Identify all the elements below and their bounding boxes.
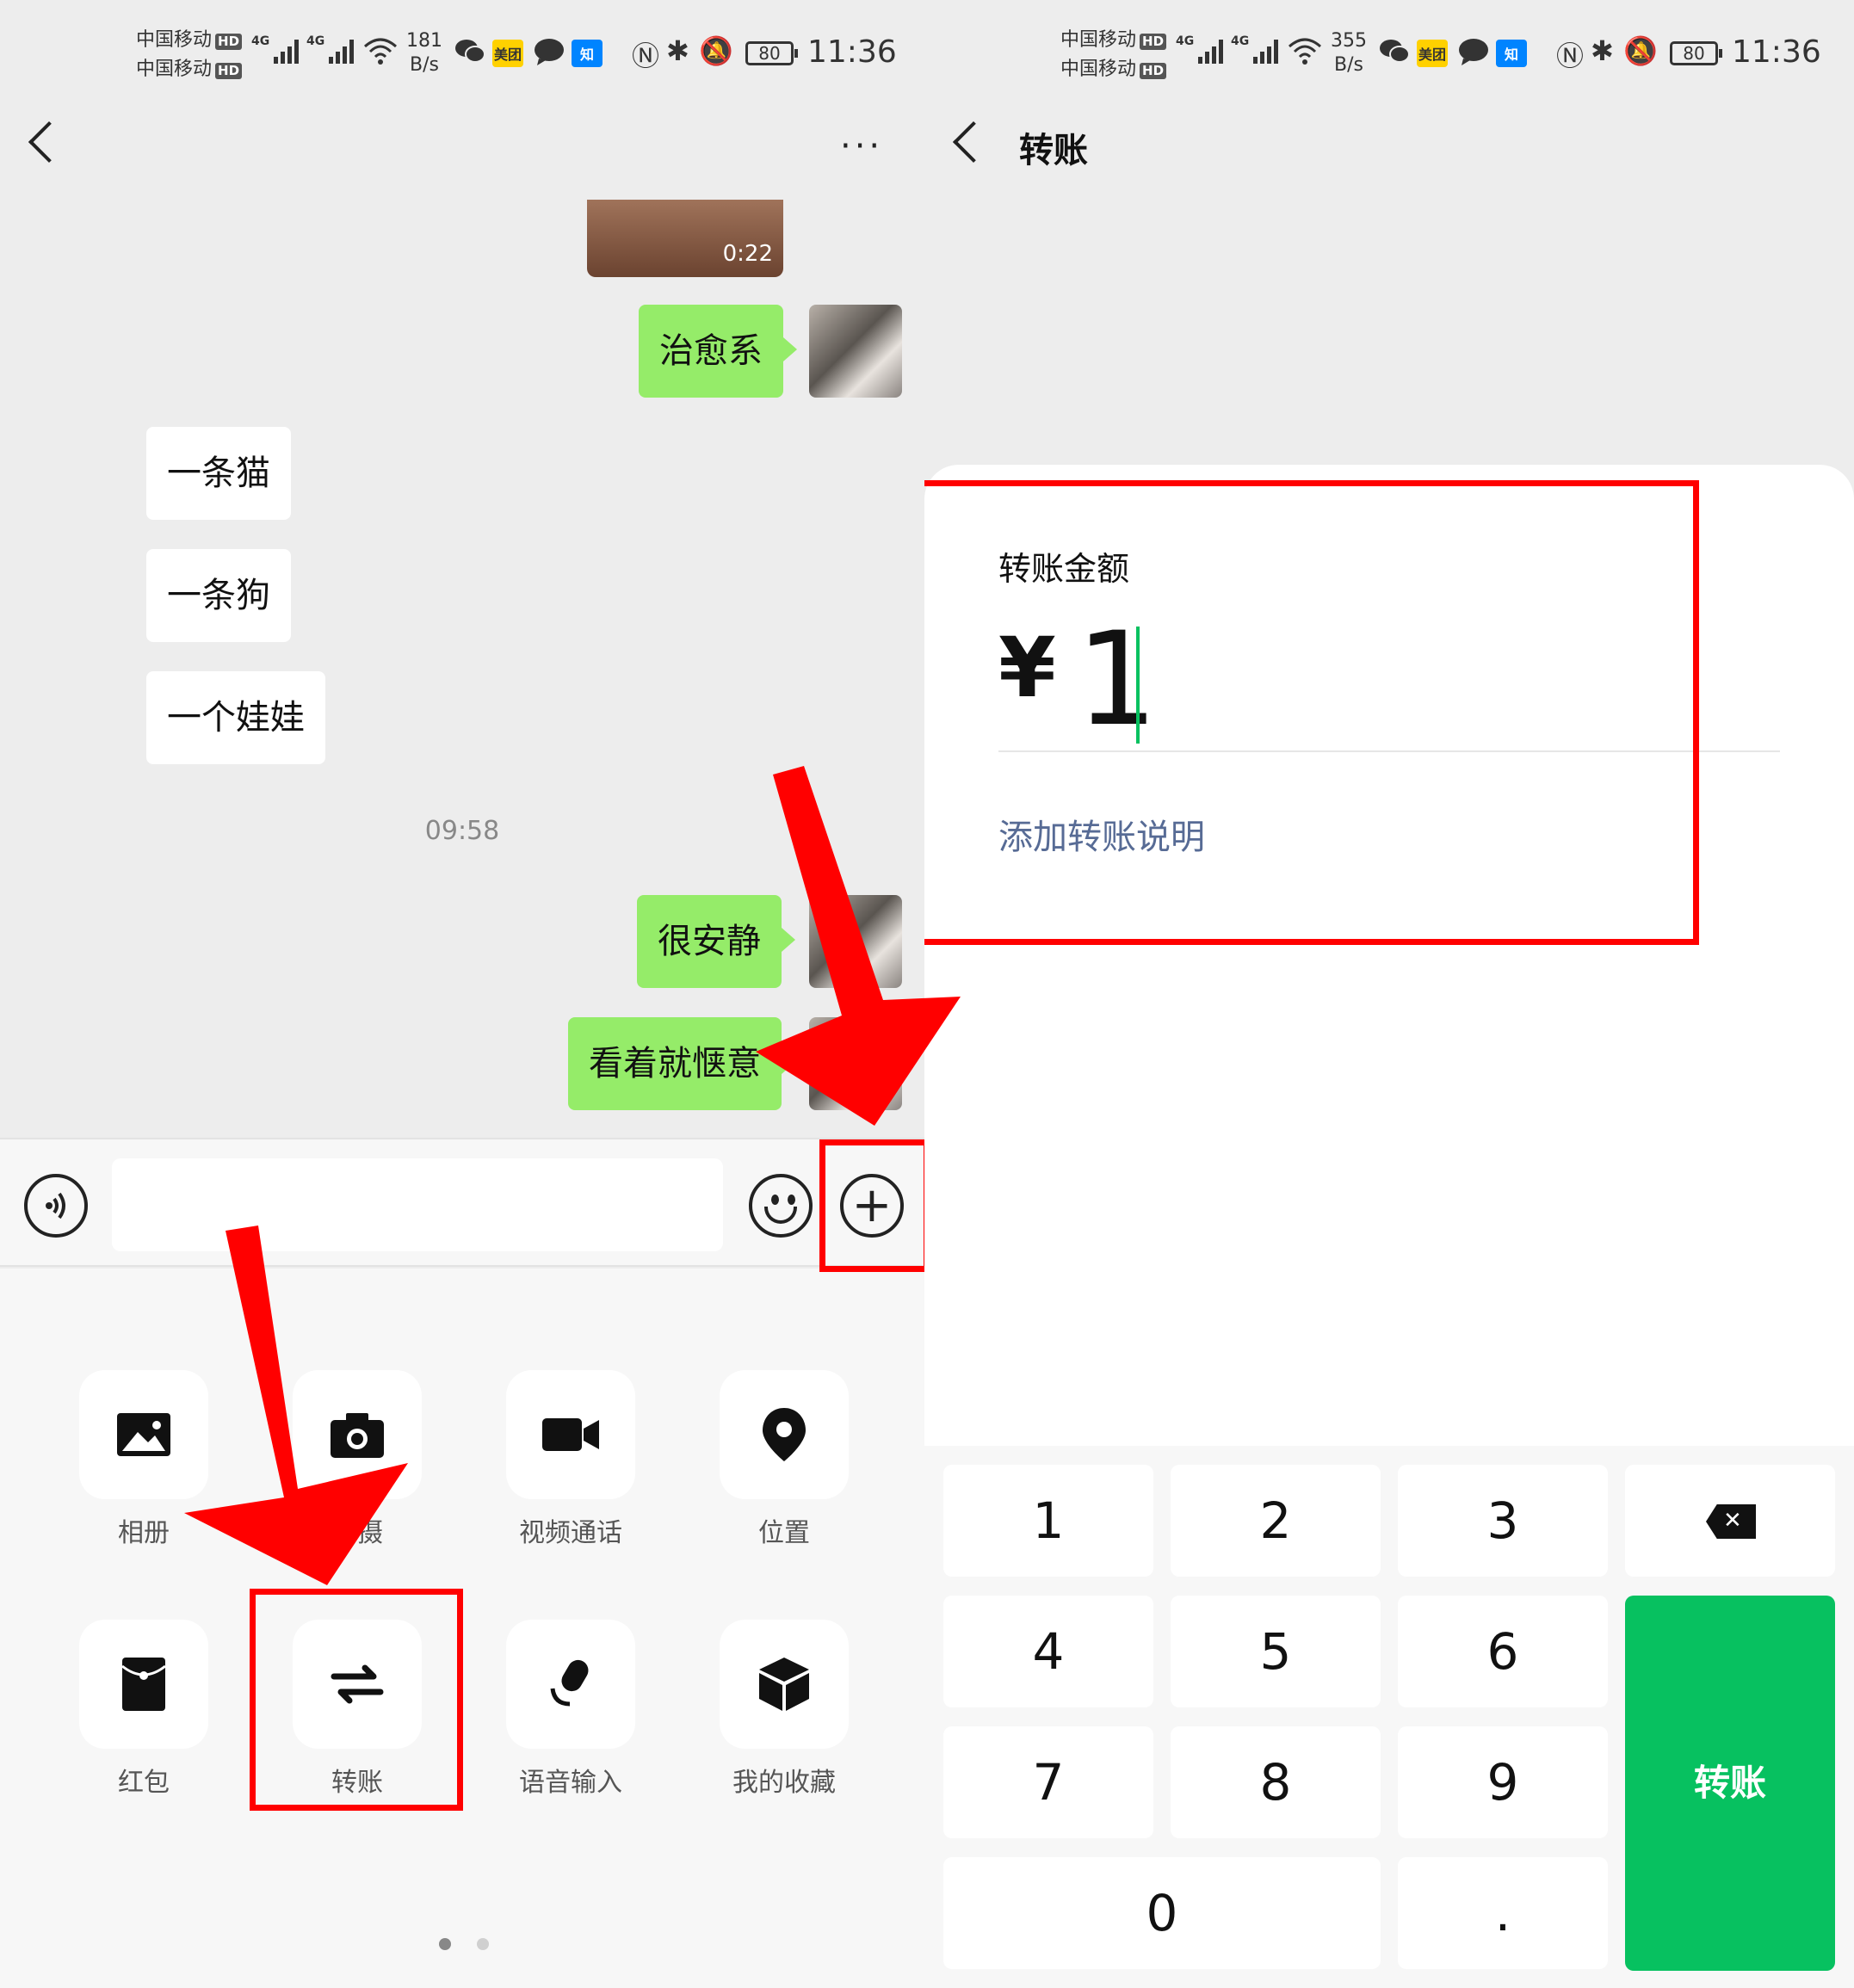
location-label: 位置 [758,1518,810,1548]
camera-icon [331,1413,384,1458]
camera-label: 拍摄 [331,1518,383,1548]
signal-icon: 4G [1231,34,1279,64]
meituan-icon: 美团 [1417,40,1448,67]
message-bubble[interactable]: 看着就惬意 [568,1017,795,1110]
battery-icon: 80 [1670,41,1722,65]
video-call-icon [542,1418,599,1451]
net-speed: 355 B/s [1331,30,1367,76]
video-message[interactable]: 0:22 [587,200,783,277]
clock: 11:36 [1732,34,1821,70]
red-packet-tile[interactable] [79,1620,208,1749]
backspace-icon [1706,1504,1756,1539]
favorites-label: 我的收藏 [732,1768,836,1798]
wechat-icon [1379,38,1410,71]
red-packet-label: 红包 [118,1768,170,1798]
transfer-confirm-button[interactable]: 转账 [1625,1596,1835,1971]
page-indicator-active[interactable] [439,1938,451,1950]
message-icon [1458,38,1489,72]
favorites-icon [759,1658,809,1711]
transfer-screen: 中国移动 HD 中国移动 HD 4G 4G 355 B/s 美团 知 Ⓝ ✱ 🔕 80… [924,0,1854,1988]
highlight-transfer-tile [250,1589,463,1811]
chat-timestamp: 09:58 [424,816,500,846]
net-speed: 181 B/s [406,30,442,76]
bluetooth-icon: ✱ [1591,34,1614,67]
mute-icon: 🔕 [699,34,733,67]
avatar[interactable] [809,1017,902,1110]
meituan-icon: 美团 [492,40,523,67]
key-1[interactable]: 1 [943,1465,1153,1577]
video-call-label: 视频通话 [519,1518,622,1548]
message-bubble[interactable]: 治愈系 [639,305,797,398]
album-label: 相册 [118,1518,170,1548]
status-bar: 中国移动 HD 中国移动 HD 4G 4G 355 B/s 美团 知 Ⓝ ✱ 🔕 80… [924,0,1854,103]
key-3[interactable]: 3 [1398,1465,1608,1577]
clock: 11:36 [807,34,897,70]
voice-input-button[interactable] [24,1174,88,1238]
avatar[interactable] [809,895,902,988]
highlight-plus-button [819,1139,924,1272]
message-bubble[interactable]: 很安静 [637,895,795,988]
voice-input-label: 语音输入 [519,1768,622,1798]
microphone-icon [550,1659,589,1707]
key-7[interactable]: 7 [943,1726,1153,1838]
back-chevron-icon[interactable] [952,120,995,164]
more-options-button[interactable]: ··· [840,129,883,164]
signal-icon: 4G [306,34,355,64]
carrier-name: 中国移动 [136,29,213,51]
backspace-key[interactable] [1625,1465,1835,1577]
hd-badge: HD [215,34,243,50]
avatar[interactable] [809,305,902,398]
bluetooth-icon: ✱ [666,34,689,67]
hd-badge: HD [215,63,243,79]
key-9[interactable]: 9 [1398,1726,1608,1838]
key-2[interactable]: 2 [1171,1465,1381,1577]
zhihu-icon: 知 [1496,40,1527,67]
key-8[interactable]: 8 [1171,1726,1381,1838]
wechat-icon [454,38,485,71]
chat-screen: 中国移动 HD 中国移动 HD 4G 4G 181 B/s 美团 知 Ⓝ ✱ 🔕 80… [0,0,924,1988]
wifi-icon [363,36,398,72]
key-0[interactable]: 0 [943,1857,1381,1969]
video-duration: 0:22 [722,241,773,267]
key-4[interactable]: 4 [943,1596,1153,1707]
status-bar: 中国移动 HD 中国移动 HD 4G 4G 181 B/s 美团 知 Ⓝ ✱ 🔕 80… [0,0,924,103]
red-packet-icon [121,1658,166,1711]
location-tile[interactable] [720,1370,849,1499]
page-title: 转账 [1019,131,1088,170]
emoji-button[interactable] [749,1174,813,1238]
key-decimal[interactable]: . [1398,1857,1608,1969]
mute-icon: 🔕 [1623,34,1658,67]
highlight-amount-area [924,480,1699,945]
key-6[interactable]: 6 [1398,1596,1608,1707]
nfc-icon: Ⓝ [1556,40,1585,72]
back-chevron-icon[interactable] [28,120,71,164]
wifi-icon [1288,36,1322,72]
location-icon [763,1408,806,1461]
carrier-info: 中国移动 HD 中国移动 HD [1060,26,1167,84]
message-bubble[interactable]: 一个娃娃 [146,671,325,764]
album-tile[interactable] [79,1370,208,1499]
message-bubble[interactable]: 一条狗 [146,549,291,642]
battery-icon: 80 [745,41,798,65]
video-call-tile[interactable] [506,1370,635,1499]
message-bubble[interactable]: 一条猫 [146,427,291,520]
favorites-tile[interactable] [720,1620,849,1749]
message-input[interactable] [112,1158,723,1251]
zhihu-icon: 知 [572,40,603,67]
voice-input-tile[interactable] [506,1620,635,1749]
page-indicator[interactable] [477,1938,489,1950]
carrier-info: 中国移动 HD 中国移动 HD [136,26,243,84]
signal-icon: 4G [251,34,300,64]
signal-icon: 4G [1176,34,1224,64]
nfc-icon: Ⓝ [632,40,660,72]
camera-tile[interactable] [293,1370,422,1499]
message-icon [534,38,565,72]
carrier-name: 中国移动 [136,59,213,80]
photo-album-icon [117,1413,170,1456]
key-5[interactable]: 5 [1171,1596,1381,1707]
